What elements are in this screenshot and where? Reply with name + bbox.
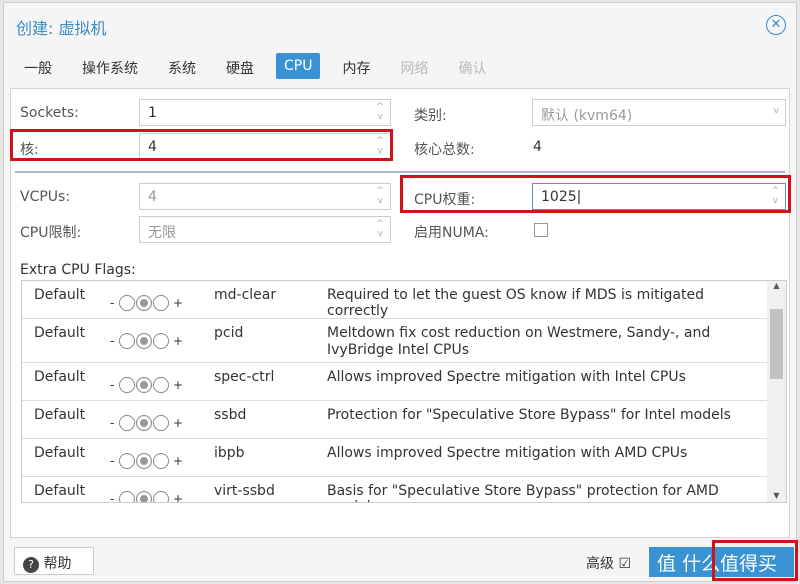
table-row: Default - + ssbd Protection for "Speculativ…: [22, 401, 767, 439]
flag-desc: Required to let the guest OS know if MDS…: [327, 287, 705, 319]
table-row: Default - + spec-ctrl Allows improved Spect…: [22, 363, 767, 401]
wizard-tabs: 一般 操作系统 系统 硬盘 CPU 内存 网络 确认: [16, 53, 508, 79]
cpu-limit-value: 无限: [148, 225, 176, 241]
tab-cpu[interactable]: CPU: [276, 53, 321, 79]
close-icon[interactable]: ✕: [766, 15, 786, 35]
vcpus-label: VCPUs:: [20, 189, 71, 205]
create-vm-dialog: 创建: 虚拟机 ✕ 一般 操作系统 系统 硬盘 CPU 内存 网络 确认 Soc…: [3, 2, 797, 582]
flag-name: virt-ssbd: [214, 483, 275, 499]
cpu-limit-input[interactable]: 无限 ^ v: [139, 216, 391, 243]
total-cores-value: 4: [533, 139, 542, 155]
tri-state-toggle[interactable]: - +: [110, 491, 183, 502]
numa-checkbox[interactable]: [534, 223, 548, 237]
divider: [15, 171, 785, 173]
scroll-down-icon[interactable]: ▼: [767, 491, 786, 500]
sockets-input[interactable]: 1 ^ v: [139, 99, 391, 126]
tab-os[interactable]: 操作系统: [74, 53, 146, 79]
flag-state: Default: [34, 325, 86, 341]
scrollbar-thumb[interactable]: [770, 309, 783, 379]
highlight-box: [10, 129, 393, 161]
tab-confirm: 确认: [458, 61, 487, 77]
tri-state-toggle[interactable]: - +: [110, 453, 183, 469]
flag-desc: Protection for "Speculative Store Bypass…: [327, 407, 731, 423]
scroll-up-icon[interactable]: ▲: [767, 281, 786, 290]
advanced-label: 高级: [586, 556, 614, 572]
advanced-toggle[interactable]: 高级 ☑: [586, 553, 631, 573]
tri-state-toggle[interactable]: - +: [110, 377, 183, 393]
scrollbar[interactable]: ▲ ▼: [767, 281, 786, 502]
flag-name: ssbd: [214, 407, 247, 423]
cpu-limit-label: CPU限制:: [20, 225, 82, 241]
vcpus-value: 4: [148, 189, 157, 205]
help-button[interactable]: ? 帮助: [14, 547, 94, 575]
flag-state: Default: [34, 287, 86, 303]
tri-state-toggle[interactable]: - +: [110, 333, 183, 349]
help-label: 帮助: [43, 556, 72, 572]
flag-desc: Allows improved Spectre mitigation with …: [327, 369, 686, 385]
vcpus-input[interactable]: 4 ^ v: [139, 183, 391, 210]
type-value: 默认 (kvm64): [541, 108, 633, 124]
flag-desc: Meltdown fix cost reduction on Westmere,…: [327, 325, 711, 358]
tab-disk[interactable]: 硬盘: [218, 53, 262, 79]
tab-network: 网络: [400, 61, 429, 77]
question-icon: ?: [23, 557, 39, 573]
flag-state: Default: [34, 407, 86, 423]
flag-state: Default: [34, 445, 86, 461]
cpu-flags-table: Default - + md-clear Required to let the gu…: [21, 280, 787, 503]
sockets-label: Sockets:: [20, 105, 79, 121]
tab-memory[interactable]: 内存: [334, 53, 378, 79]
type-label: 类别:: [414, 108, 447, 124]
flag-name: pcid: [214, 325, 244, 341]
flag-state: Default: [34, 483, 86, 499]
sockets-value: 1: [148, 105, 157, 121]
spinner-icon[interactable]: ^ v: [376, 186, 384, 206]
tri-state-toggle[interactable]: - +: [110, 415, 183, 431]
spinner-icon[interactable]: ^ v: [376, 219, 384, 239]
type-select[interactable]: 默认 (kvm64) v: [532, 99, 786, 126]
total-cores-label: 核心总数:: [414, 142, 475, 158]
flag-name: ibpb: [214, 445, 245, 461]
table-row: Default - + virt-ssbd Basis for "Speculativ…: [22, 477, 767, 502]
flag-name: md-clear: [214, 287, 277, 303]
tab-system[interactable]: 系统: [160, 53, 204, 79]
table-row: Default - + md-clear Required to let the gu…: [22, 281, 767, 319]
table-row: Default - + ibpb Allows improved Spectre mi…: [22, 439, 767, 477]
dialog-footer: ? 帮助 高级 ☑ 值 什么值得买: [4, 543, 798, 583]
flag-desc: Basis for "Speculative Store Bypass" pro…: [327, 483, 719, 502]
chevron-down-icon[interactable]: v: [774, 106, 779, 116]
spinner-icon[interactable]: ^ v: [376, 102, 384, 122]
numa-label: 启用NUMA:: [414, 225, 489, 241]
table-row: Default - + pcid Meltdown fix cost reductio…: [22, 319, 767, 363]
flag-state: Default: [34, 369, 86, 385]
dialog-title: 创建: 虚拟机: [16, 19, 107, 38]
flag-name: spec-ctrl: [214, 369, 275, 385]
highlight-box: [400, 175, 791, 213]
flags-label: Extra CPU Flags:: [20, 262, 136, 278]
highlight-box: [712, 540, 798, 581]
tab-general[interactable]: 一般: [16, 53, 60, 79]
flag-desc: Allows improved Spectre mitigation with …: [327, 445, 688, 461]
tri-state-toggle[interactable]: - +: [110, 295, 183, 311]
